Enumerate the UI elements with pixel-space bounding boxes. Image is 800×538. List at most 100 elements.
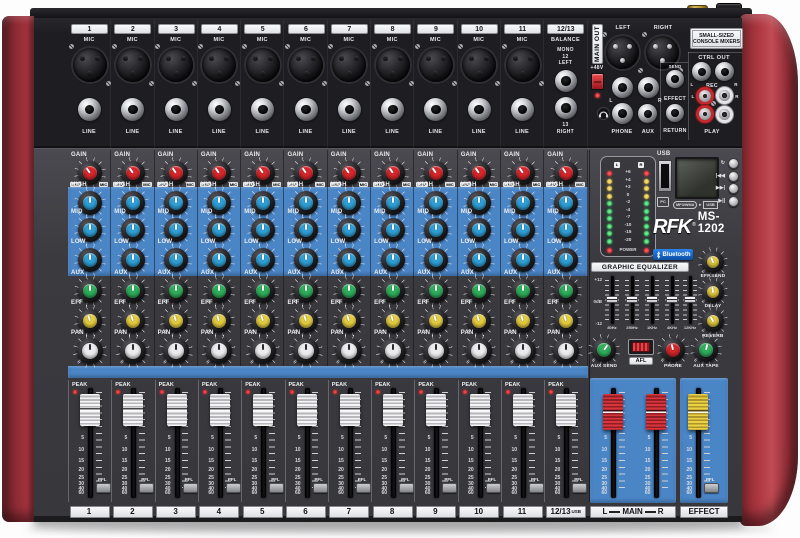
pfl-button[interactable]	[704, 483, 719, 493]
bluetooth-icon	[656, 251, 661, 259]
pfl-button[interactable]	[356, 483, 371, 493]
eq-scale-mid: 0dB	[590, 299, 602, 304]
aux-send-knob[interactable]	[592, 338, 616, 362]
xlr-mic-connector	[332, 48, 366, 82]
pan-knob[interactable]	[163, 338, 189, 364]
pfl-button[interactable]	[313, 483, 328, 493]
pan-knob[interactable]	[250, 338, 276, 364]
next-button[interactable]	[728, 183, 739, 194]
pfl-button[interactable]	[183, 483, 198, 493]
eq-slider-cap[interactable]	[646, 296, 658, 303]
bluetooth-badge: Bluetooth	[653, 249, 693, 260]
pfl-button[interactable]	[399, 483, 414, 493]
phone-knob[interactable]	[661, 338, 685, 362]
delay-knob[interactable]	[702, 281, 724, 303]
play-pause-button[interactable]	[728, 196, 739, 207]
mode-button[interactable]	[728, 158, 739, 169]
eff-send-knob[interactable]	[702, 251, 724, 273]
mid-label: MID	[114, 209, 126, 215]
pfl-label: PFL	[401, 477, 410, 482]
fader-cap[interactable]	[513, 394, 533, 426]
rec-l-label: L	[689, 94, 697, 99]
effect-label: EFFECT	[680, 506, 728, 518]
low-eq-knob[interactable]	[294, 248, 318, 272]
fader-cap[interactable]	[340, 394, 360, 426]
pfl-button[interactable]	[572, 483, 587, 493]
pfl-button[interactable]	[486, 483, 501, 493]
fader-cap[interactable]	[210, 394, 230, 426]
eq-freq-label: 250Hz	[622, 325, 642, 330]
pfl-button[interactable]	[442, 483, 457, 493]
fader-cap[interactable]	[646, 394, 666, 430]
fader-cap[interactable]	[80, 394, 100, 426]
fader-cap[interactable]	[556, 394, 576, 426]
previous-button[interactable]	[728, 171, 739, 182]
eq-slider-cap[interactable]	[606, 296, 618, 303]
pan-knob[interactable]	[336, 338, 362, 364]
fader-cap[interactable]	[297, 394, 317, 426]
eq-slider-cap[interactable]	[626, 296, 638, 303]
fader-cap[interactable]	[426, 394, 446, 426]
line-label: LINE	[458, 129, 500, 135]
pan-knob[interactable]	[553, 338, 579, 364]
fader-cap[interactable]	[123, 394, 143, 426]
fader-cap[interactable]	[470, 394, 490, 426]
fader-cap[interactable]	[688, 394, 708, 430]
eq-slider-cap[interactable]	[666, 296, 678, 303]
pan-knob[interactable]	[466, 338, 492, 364]
aux-label: AUX	[417, 270, 430, 276]
low-eq-knob[interactable]	[164, 248, 188, 272]
fader-scale-mark: 10	[415, 448, 430, 453]
pan-knob[interactable]	[206, 338, 232, 364]
meter-scale-value: +2	[612, 186, 644, 191]
mid-label: MID	[331, 209, 343, 215]
eq-freq-label: 1KHz	[642, 325, 662, 330]
pan-knob[interactable]	[510, 338, 536, 364]
pfl-button[interactable]	[269, 483, 284, 493]
meter-led-right	[644, 231, 649, 236]
fader-cap[interactable]	[167, 394, 187, 426]
fader-scale-mark: 10	[545, 448, 560, 453]
pfl-button[interactable]	[96, 483, 111, 493]
line-label: LINE	[501, 129, 543, 135]
balance-13-label: 13	[544, 123, 586, 129]
fader-scale-mark: 60	[459, 491, 474, 496]
low-eq-knob[interactable]	[554, 248, 578, 272]
low-eq-knob[interactable]	[207, 248, 231, 272]
pfl-button[interactable]	[226, 483, 241, 493]
low-eq-knob[interactable]	[424, 248, 448, 272]
mic-label: MIC	[111, 37, 153, 43]
pfl-button[interactable]	[139, 483, 154, 493]
aux-tape-knob[interactable]	[694, 338, 718, 362]
low-eq-knob[interactable]	[381, 248, 405, 272]
mid-label: MID	[288, 209, 300, 215]
pfl-label: PFL	[185, 477, 194, 482]
fader-scale-mark: 5	[112, 436, 127, 441]
pan-knob[interactable]	[423, 338, 449, 364]
fader-cap[interactable]	[383, 394, 403, 426]
pan-knob[interactable]	[293, 338, 319, 364]
pan-knob[interactable]	[120, 338, 146, 364]
afl-button[interactable]	[632, 342, 650, 352]
eq-slider-cap[interactable]	[684, 296, 696, 303]
low-eq-knob[interactable]	[467, 248, 491, 272]
low-eq-knob[interactable]	[251, 248, 275, 272]
fader-cap[interactable]	[603, 394, 623, 430]
pan-knob[interactable]	[77, 338, 103, 364]
low-eq-knob[interactable]	[337, 248, 361, 272]
xlr-mic-connector	[506, 48, 540, 82]
channel-knob-strip: GAIN LINE MIC HIGH MID LOW AUX EFF PAN	[111, 150, 154, 366]
fader-cap[interactable]	[253, 394, 273, 426]
level-meter: L R +6 +4 +2 0 -2 -4 -7 -10 -15	[600, 156, 656, 257]
pan-knob[interactable]	[380, 338, 406, 364]
phantom-led	[595, 93, 600, 98]
low-eq-knob[interactable]	[78, 248, 102, 272]
gain-max-label: MIC	[186, 182, 195, 187]
fader-scale-mark: 20	[545, 468, 560, 473]
channel-label: 12/13USB	[546, 506, 586, 518]
low-eq-knob[interactable]	[511, 248, 535, 272]
pfl-button[interactable]	[529, 483, 544, 493]
phantom-power-switch[interactable]	[591, 73, 604, 90]
reverb-knob[interactable]	[702, 310, 724, 332]
low-eq-knob[interactable]	[121, 248, 145, 272]
